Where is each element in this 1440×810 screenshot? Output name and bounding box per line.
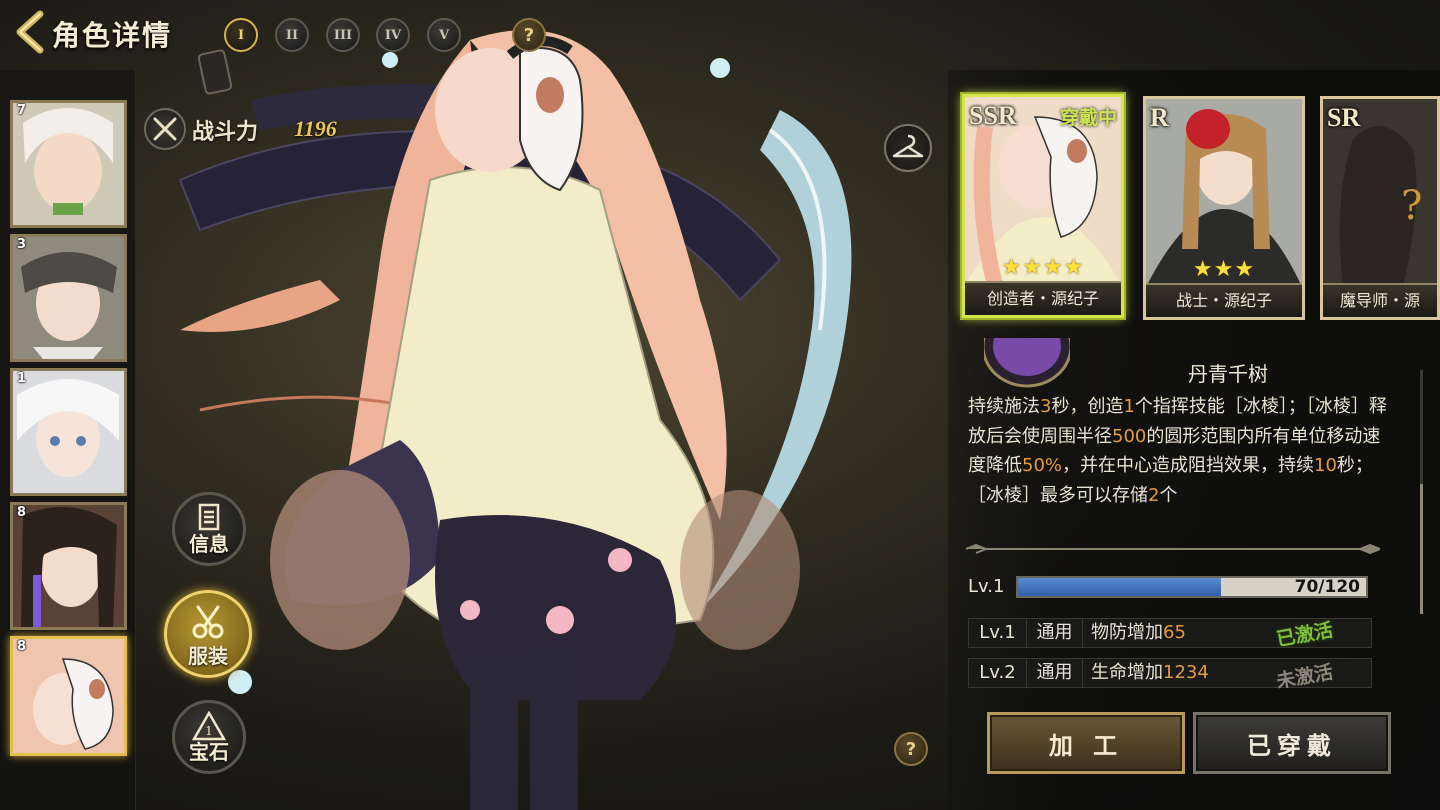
- bonus-description: 物防增加65: [1091, 619, 1186, 647]
- bonus-type: 通用: [1027, 659, 1083, 687]
- bonus-level: Lv.2: [969, 659, 1027, 687]
- chevron-left-icon: [16, 10, 44, 54]
- scrollbar-thumb[interactable]: [1420, 484, 1423, 614]
- info-button[interactable]: 信息: [172, 492, 246, 566]
- skin-name: 创造者・源纪子: [965, 281, 1121, 315]
- hanger-icon: [892, 134, 924, 158]
- skill-value: 50%: [1022, 455, 1063, 476]
- skill-text: ，并在中心造成阻挡效果，持续: [1062, 455, 1315, 476]
- character-level: 3: [17, 237, 27, 252]
- skill-text: 个: [1159, 484, 1178, 506]
- rarity-label: SR: [1327, 103, 1361, 132]
- gem-button[interactable]: 1 宝石: [172, 700, 246, 774]
- level-progress-text: 70/120: [1294, 577, 1360, 597]
- help-button-bottom[interactable]: ?: [894, 732, 928, 766]
- skin-name: 战士・源纪子: [1146, 283, 1302, 317]
- rarity-label: SSR: [969, 101, 1017, 130]
- character-card-5[interactable]: 8: [10, 636, 127, 756]
- star-rating: ★★★★: [1001, 255, 1085, 280]
- bonus-description: 生命增加1234: [1091, 659, 1209, 687]
- tab-roman-1[interactable]: I: [224, 18, 258, 52]
- rarity-label: R: [1150, 103, 1169, 132]
- bonus-level: Lv.1: [969, 619, 1027, 647]
- gem-badge: 1: [205, 724, 213, 738]
- character-level: 1: [17, 371, 27, 386]
- bonus-value: 1234: [1163, 662, 1209, 683]
- help-button-top[interactable]: ?: [512, 18, 546, 52]
- game-screen: 角色详情 I II III IV V ? 7 3 1 8 8 战斗力 1196 …: [0, 0, 1440, 810]
- bonus-text: 物防增加: [1091, 622, 1163, 643]
- skill-text: 持续施法: [968, 396, 1040, 417]
- skill-text: 秒，创造: [1051, 396, 1124, 417]
- level-progress-bar: 70/120: [1016, 576, 1368, 598]
- character-card-2[interactable]: 3: [10, 234, 127, 362]
- scissors-icon: [192, 605, 224, 639]
- star-rating: ★★★: [1192, 257, 1256, 282]
- question-mark-icon: ?: [1401, 183, 1422, 229]
- divider: [966, 544, 1380, 554]
- skin-card-2[interactable]: R ★★★ 战士・源纪子: [1143, 96, 1305, 320]
- back-button[interactable]: [10, 10, 50, 54]
- crossed-swords-icon: [144, 108, 186, 150]
- wearing-status: 穿戴中: [1059, 107, 1117, 129]
- character-level: 8: [17, 505, 27, 520]
- character-portrait: [13, 639, 124, 753]
- equipped-button[interactable]: 已穿戴: [1193, 712, 1391, 774]
- character-portrait: [13, 505, 124, 627]
- combat-power: 战斗力 1196: [140, 104, 400, 154]
- level-label: Lv.1: [968, 576, 1005, 597]
- character-level: 8: [17, 639, 27, 654]
- tab-roman-2[interactable]: II: [275, 18, 309, 52]
- character-portrait: [13, 237, 124, 359]
- skill-icon: [984, 338, 1070, 388]
- character-card-4[interactable]: 8: [10, 502, 127, 630]
- page-title: 角色详情: [52, 19, 173, 52]
- costume-button-label: 服装: [188, 644, 228, 668]
- tab-roman-3[interactable]: III: [326, 18, 360, 52]
- skill-value: 1: [1123, 396, 1135, 417]
- skill-name: 丹青千树: [1188, 362, 1268, 386]
- document-icon: [198, 503, 220, 531]
- character-card-1[interactable]: 7: [10, 100, 127, 228]
- character-level: 7: [17, 103, 27, 118]
- skill-value: 3: [1040, 396, 1052, 417]
- level-progress-fill: [1018, 578, 1221, 596]
- skill-value: 10: [1314, 455, 1337, 476]
- skill-value: 2: [1148, 484, 1160, 506]
- character-portrait: [13, 371, 124, 493]
- skin-name: 魔导师・源: [1323, 283, 1437, 317]
- character-portrait: [13, 103, 124, 225]
- combat-power-value: 1196: [294, 116, 337, 141]
- top-bar: 角色详情 I II III IV V ?: [0, 0, 1440, 70]
- tab-roman-5[interactable]: V: [427, 18, 461, 52]
- bonus-value: 65: [1163, 622, 1186, 643]
- wardrobe-button[interactable]: [884, 124, 932, 172]
- bonus-text: 生命增加: [1091, 662, 1163, 683]
- triangle-gem-icon: 1: [192, 711, 226, 741]
- bonus-type: 通用: [1027, 619, 1083, 647]
- character-list[interactable]: 7 3 1 8 8: [0, 70, 136, 810]
- combat-power-label: 战斗力: [192, 119, 259, 145]
- skill-value: 500: [1112, 425, 1147, 447]
- skill-description: 持续施法3秒，创造1个指挥技能［冰棱］；［冰棱］释放后会使周围半径500的圆形范…: [968, 392, 1388, 510]
- skin-card-3[interactable]: ? SR 魔导师・源: [1320, 96, 1440, 320]
- character-card-3[interactable]: 1: [10, 368, 127, 496]
- costume-button[interactable]: 服装: [164, 590, 252, 678]
- skin-card-1[interactable]: SSR 穿戴中 ★★★★ 创造者・源纪子: [962, 94, 1124, 318]
- tab-roman-4[interactable]: IV: [376, 18, 410, 52]
- process-button[interactable]: 加 工: [987, 712, 1185, 774]
